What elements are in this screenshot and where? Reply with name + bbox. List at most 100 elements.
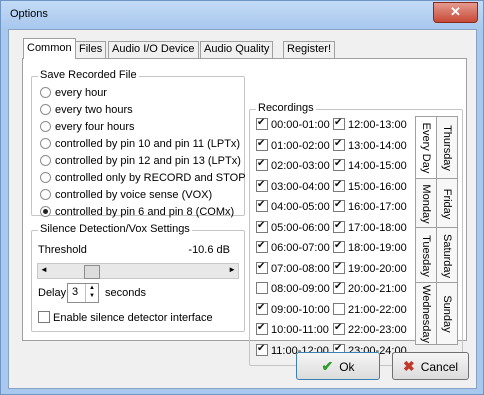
hour-checkbox[interactable] <box>256 137 268 151</box>
radio-button[interactable] <box>40 104 51 115</box>
radio-button[interactable] <box>40 189 51 200</box>
hour-checkbox[interactable] <box>333 260 345 274</box>
hour-checkbox[interactable] <box>256 321 268 335</box>
hour-label: 07:00-08:00 <box>271 262 330 275</box>
slider-thumb[interactable] <box>84 265 100 279</box>
recording-hour-right-4[interactable]: 16:00-17:00 <box>333 198 407 215</box>
recording-hour-left-1[interactable]: 01:00-02:00 <box>256 137 330 154</box>
enable-silence-detector-label: Enable silence detector interface <box>53 312 213 324</box>
day-tab-sunday[interactable]: Sunday <box>436 282 458 345</box>
save-option-5[interactable]: controlled only by RECORD and STOP <box>40 172 246 187</box>
day-tab-every-day[interactable]: Every Day <box>415 116 437 180</box>
recording-hour-left-2[interactable]: 02:00-03:00 <box>256 157 330 174</box>
recording-hour-left-6[interactable]: 06:00-07:00 <box>256 239 330 256</box>
save-option-label: every hour <box>55 87 107 99</box>
recording-hour-right-5[interactable]: 17:00-18:00 <box>333 219 407 236</box>
day-tab-wednesday[interactable]: Wednesday <box>415 282 437 345</box>
day-tab-saturday[interactable]: Saturday <box>436 227 458 284</box>
hour-checkbox[interactable] <box>333 302 345 315</box>
recording-hour-left-9[interactable]: 09:00-10:00 <box>256 301 330 318</box>
hour-label: 05:00-06:00 <box>271 221 330 234</box>
radio-button[interactable] <box>40 155 51 166</box>
title-bar[interactable]: Options ✕ <box>1 1 483 28</box>
save-option-4[interactable]: controlled by pin 12 and pin 13 (LPTx) <box>40 155 241 170</box>
hour-checkbox[interactable] <box>333 178 345 192</box>
hour-label: 06:00-07:00 <box>271 242 330 254</box>
recording-hour-left-7[interactable]: 07:00-08:00 <box>256 260 330 277</box>
recording-hour-left-0[interactable]: 00:00-01:00 <box>256 116 330 133</box>
enable-silence-detector-checkbox[interactable]: Enable silence detector interface <box>38 311 213 324</box>
enable-checkbox-box[interactable] <box>38 311 50 323</box>
threshold-value: -10.6 dB <box>188 244 230 256</box>
radio-button[interactable] <box>40 206 51 217</box>
hour-checkbox[interactable] <box>333 239 345 253</box>
tab-audio-quality[interactable]: Audio Quality <box>200 41 274 58</box>
save-option-0[interactable]: every hour <box>40 87 107 102</box>
hour-checkbox[interactable] <box>256 342 268 356</box>
recording-hour-left-10[interactable]: 10:00-11:00 <box>256 321 329 338</box>
ok-button[interactable]: ✔ Ok <box>296 352 380 380</box>
radio-button[interactable] <box>40 121 51 132</box>
threshold-slider[interactable]: ◄ ► <box>37 263 239 279</box>
hour-checkbox[interactable] <box>333 116 345 130</box>
recording-hour-left-4[interactable]: 04:00-05:00 <box>256 198 330 215</box>
radio-button[interactable] <box>40 172 51 183</box>
save-option-6[interactable]: controlled by voice sense (VOX) <box>40 189 212 204</box>
delay-spin-buttons[interactable]: ▲ ▼ <box>85 284 98 302</box>
cancel-button[interactable]: ✖ Cancel <box>392 352 469 380</box>
hour-checkbox[interactable] <box>256 198 268 212</box>
day-tab-tuesday[interactable]: Tuesday <box>415 227 437 284</box>
recording-hour-left-8[interactable]: 08:00-09:00 <box>256 282 330 297</box>
hour-checkbox[interactable] <box>256 282 268 294</box>
hour-checkbox[interactable] <box>333 219 345 233</box>
delay-value[interactable]: 3 <box>72 286 78 298</box>
hour-label: 04:00-05:00 <box>271 201 330 213</box>
hour-checkbox[interactable] <box>256 157 268 171</box>
hour-checkbox[interactable] <box>333 137 345 151</box>
hour-checkbox[interactable] <box>256 219 268 233</box>
tab-audio-io-device[interactable]: Audio I/O Device <box>108 41 199 58</box>
hour-checkbox[interactable] <box>333 198 345 212</box>
options-window: Options ✕ Common Files Audio I/O Device … <box>0 0 484 395</box>
recording-hour-left-5[interactable]: 05:00-06:00 <box>256 219 330 236</box>
hour-checkbox[interactable] <box>256 116 268 130</box>
recording-hour-right-3[interactable]: 15:00-16:00 <box>333 178 407 195</box>
day-tab-thursday[interactable]: Thursday <box>436 116 458 180</box>
recording-hour-right-8[interactable]: 20:00-21:00 <box>333 280 407 297</box>
recording-hour-right-7[interactable]: 19:00-20:00 <box>333 260 407 277</box>
save-option-3[interactable]: controlled by pin 10 and pin 11 (LPTx) <box>40 138 240 153</box>
recording-hour-right-6[interactable]: 18:00-19:00 <box>333 239 407 256</box>
hour-checkbox[interactable] <box>333 321 345 335</box>
threshold-label: Threshold <box>38 244 87 256</box>
slider-left-arrow-icon[interactable]: ◄ <box>40 265 48 274</box>
save-option-1[interactable]: every two hours <box>40 104 133 119</box>
radio-button[interactable] <box>40 87 51 98</box>
hour-label: 20:00-21:00 <box>348 283 407 295</box>
hour-label: 00:00-01:00 <box>271 119 330 131</box>
recording-hour-left-3[interactable]: 03:00-04:00 <box>256 178 330 195</box>
hour-checkbox[interactable] <box>333 280 345 294</box>
hour-checkbox[interactable] <box>256 260 268 274</box>
close-button[interactable]: ✕ <box>433 2 478 23</box>
hour-checkbox[interactable] <box>256 239 268 253</box>
tab-register[interactable]: Register! <box>283 41 336 58</box>
recording-hour-right-10[interactable]: 22:00-23:00 <box>333 321 407 338</box>
radio-button[interactable] <box>40 138 51 149</box>
recording-hour-right-0[interactable]: 12:00-13:00 <box>333 116 407 133</box>
slider-right-arrow-icon[interactable]: ► <box>228 265 236 274</box>
hour-checkbox[interactable] <box>333 157 345 171</box>
recording-hour-right-9[interactable]: 21:00-22:00 <box>333 302 407 318</box>
delay-stepper[interactable]: 3 ▲ ▼ <box>67 283 99 303</box>
hour-checkbox[interactable] <box>256 301 268 315</box>
hour-label: 14:00-15:00 <box>348 160 407 172</box>
recording-hour-right-2[interactable]: 14:00-15:00 <box>333 157 407 174</box>
save-option-7[interactable]: controlled by pin 6 and pin 8 (COMx) <box>40 206 234 221</box>
silence-detection-legend: Silence Detection/Vox Settings <box>38 223 192 235</box>
tab-files[interactable]: Files <box>75 41 107 58</box>
hour-checkbox[interactable] <box>256 178 268 192</box>
tab-common[interactable]: Common <box>23 38 76 59</box>
recording-hour-right-1[interactable]: 13:00-14:00 <box>333 137 407 154</box>
day-tab-monday[interactable]: Monday <box>415 178 437 229</box>
save-option-2[interactable]: every four hours <box>40 121 134 136</box>
day-tab-friday[interactable]: Friday <box>436 178 458 229</box>
